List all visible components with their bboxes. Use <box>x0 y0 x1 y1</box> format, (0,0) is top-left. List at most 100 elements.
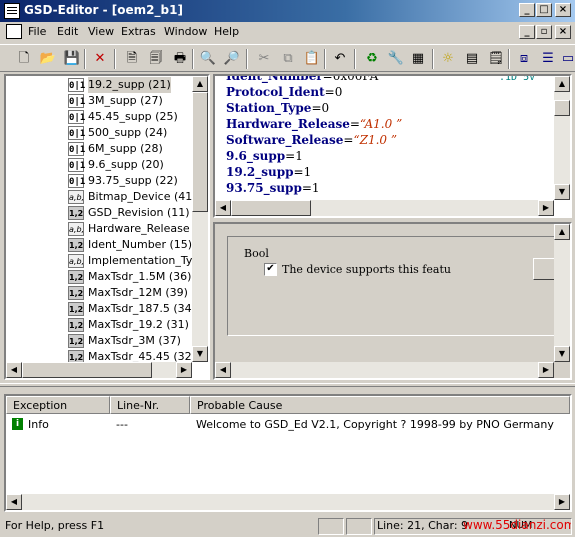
code-line[interactable]: Software_Release=“Z1.0 ” <box>226 132 397 149</box>
binary-type-icon: 0|1 <box>68 94 85 108</box>
binary-type-icon: 0|1 <box>68 174 85 188</box>
find-next-icon[interactable]: 🔎 <box>222 49 242 69</box>
minimize-button[interactable]: _ <box>519 3 535 17</box>
text-icon[interactable]: 🗒 <box>486 49 506 69</box>
tree-item-label: MaxTsdr_45.45 (32) <box>88 350 192 362</box>
column-line-nr[interactable]: Line-Nr. <box>110 396 190 414</box>
code-equals: = <box>343 133 354 147</box>
scroll-thumb[interactable] <box>192 92 208 212</box>
side-button[interactable] <box>533 258 555 280</box>
tree-item-label: GSD_Revision (11) <box>88 206 190 219</box>
string-type-icon: a,b, <box>68 254 84 268</box>
scroll-thumb[interactable] <box>22 362 152 378</box>
tool-icon[interactable]: 🔧 <box>386 49 406 69</box>
cascade-icon[interactable]: ☰ <box>538 49 558 69</box>
scroll-down-button[interactable]: ▼ <box>554 184 570 200</box>
scroll-up-button[interactable]: ▲ <box>554 224 570 240</box>
tree-item-label: 3M_supp (27) <box>88 94 163 107</box>
column-exception[interactable]: Exception <box>6 396 110 414</box>
toolbar-separator <box>192 49 194 69</box>
code-value: “Z1.0 ” <box>353 133 397 147</box>
scroll-left-button[interactable]: ◀ <box>6 494 22 510</box>
tree-vertical-scrollbar[interactable]: ▲ ▼ <box>192 76 208 362</box>
code-line[interactable]: 93.75_supp=1 <box>226 180 320 197</box>
scroll-right-button[interactable]: ▶ <box>554 494 570 510</box>
feature-checkbox-label[interactable]: The device supports this featu <box>282 263 451 276</box>
feature-checkbox[interactable]: ✔ <box>264 263 277 276</box>
import-icon[interactable]: 🗐 <box>146 49 166 69</box>
print-icon[interactable]: 🖶 <box>170 49 190 69</box>
code-line[interactable]: Protocol_Ident=0 <box>226 84 342 101</box>
scroll-right-button[interactable]: ▶ <box>538 200 554 216</box>
close-button[interactable]: × <box>555 3 571 17</box>
numeric-type-icon: 1,2 <box>68 350 84 362</box>
scroll-right-button[interactable]: ▶ <box>176 362 192 378</box>
tree-list: 0|1 19.2_supp (21) 0|1 3M_supp (27) 0|1 45.45… <box>6 76 192 362</box>
mdi-close-button[interactable]: × <box>555 25 571 39</box>
mdi-minimize-button[interactable]: _ <box>519 25 535 39</box>
maximize-button[interactable]: □ <box>536 3 552 17</box>
code-line[interactable]: 9.6_supp=1 <box>226 148 303 165</box>
log-horizontal-scrollbar[interactable]: ◀ ▶ <box>6 494 570 510</box>
scroll-right-button[interactable]: ▶ <box>538 362 554 378</box>
menu-help[interactable]: Help <box>214 25 239 38</box>
tree-item-label: 93.75_supp (22) <box>88 174 178 187</box>
log-header: Exception Line-Nr. Probable Cause <box>6 396 570 414</box>
scroll-up-button[interactable]: ▲ <box>554 76 570 92</box>
grid-icon[interactable]: ▦ <box>408 49 428 69</box>
menu-window[interactable]: Window <box>164 25 207 38</box>
menu-view[interactable]: View <box>88 25 114 38</box>
menu-edit[interactable]: Edit <box>57 25 78 38</box>
numeric-type-icon: 1,2 <box>68 270 84 284</box>
mdi-restore-button[interactable]: ▫ <box>536 25 552 39</box>
bitmap-icon[interactable]: ☼ <box>438 49 458 69</box>
column-probable-cause[interactable]: Probable Cause <box>190 396 570 414</box>
copy-icon[interactable]: ⧉ <box>278 49 298 69</box>
code-value: 1 <box>295 149 303 163</box>
code-key: 93.75_supp <box>226 181 302 195</box>
code-line[interactable]: Hardware_Release=“A1.0 ” <box>226 116 402 133</box>
tree-horizontal-scrollbar[interactable]: ◀ ▶ <box>6 362 192 378</box>
new-file-icon[interactable]: 🗋 <box>14 49 34 69</box>
code-side-text: .1D 5V <box>499 74 536 83</box>
menu-extras[interactable]: Extras <box>121 25 156 38</box>
document-icon[interactable] <box>6 24 22 39</box>
arrange-icon[interactable]: ▭ <box>558 49 575 69</box>
scroll-thumb[interactable] <box>554 100 570 116</box>
table-row[interactable]: i Info --- Welcome to GSD_Ed V2.1, Copyr… <box>6 416 570 434</box>
menu-file[interactable]: File <box>28 25 46 38</box>
app-icon[interactable] <box>4 3 20 19</box>
tree-pane[interactable]: 0|1 19.2_supp (21) 0|1 3M_supp (27) 0|1 45.45… <box>4 74 210 380</box>
scroll-up-button[interactable]: ▲ <box>192 76 208 92</box>
view-icon[interactable]: ▤ <box>462 49 482 69</box>
scroll-thumb[interactable] <box>231 200 311 216</box>
save-icon[interactable]: 💾 <box>62 49 82 69</box>
tile-icon[interactable]: ⧈ <box>514 49 534 69</box>
scroll-left-button[interactable]: ◀ <box>215 200 231 216</box>
undo-icon[interactable]: ↶ <box>330 49 350 69</box>
code-line[interactable]: 19.2_supp=1 <box>226 164 311 181</box>
open-folder-icon[interactable]: 📂 <box>38 49 58 69</box>
find-icon[interactable]: 🔍 <box>198 49 218 69</box>
recycle-icon[interactable]: ♻ <box>362 49 382 69</box>
tree-item-label: Ident_Number (15) <box>88 238 192 251</box>
binary-type-icon: 0|1 <box>68 158 85 172</box>
title-bar[interactable]: GSD-Editor - [oem2_b1] _ □ × <box>0 0 575 22</box>
gsd-text-editor[interactable]: Ident_Number=0x00FA Protocol_Ident=0 Stati… <box>213 74 572 218</box>
status-help-text: For Help, press F1 <box>5 519 105 532</box>
properties-vertical-scrollbar[interactable]: ▲ ▼ <box>554 224 570 362</box>
status-pane-caps <box>318 518 344 535</box>
paste-icon[interactable]: 📋 <box>302 49 322 69</box>
editor-vertical-scrollbar[interactable]: ▲ ▼ <box>554 76 570 200</box>
scroll-left-button[interactable]: ◀ <box>215 362 231 378</box>
pane-splitter[interactable] <box>0 383 575 387</box>
cut-icon[interactable]: ✂ <box>254 49 274 69</box>
scroll-left-button[interactable]: ◀ <box>6 362 22 378</box>
properties-horizontal-scrollbar[interactable]: ◀ ▶ <box>215 362 554 378</box>
delete-icon[interactable]: ✕ <box>90 49 110 69</box>
code-line[interactable]: Station_Type=0 <box>226 100 329 117</box>
scroll-down-button[interactable]: ▼ <box>192 346 208 362</box>
scroll-down-button[interactable]: ▼ <box>554 346 570 362</box>
editor-horizontal-scrollbar[interactable]: ◀ ▶ <box>215 200 554 216</box>
export-icon[interactable]: 🗎 <box>122 49 142 69</box>
